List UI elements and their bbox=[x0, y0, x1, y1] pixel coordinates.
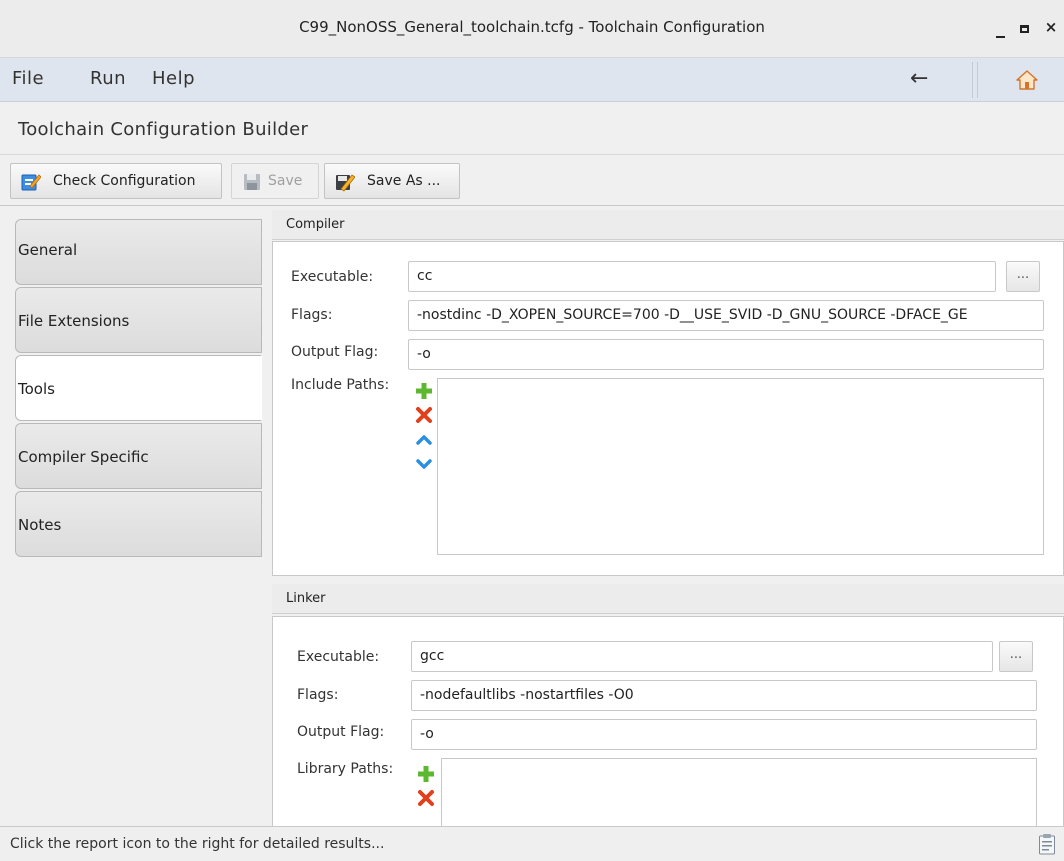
x-icon[interactable] bbox=[415, 406, 433, 424]
tab-notes[interactable]: Notes bbox=[15, 491, 262, 557]
tab-general[interactable]: General bbox=[15, 219, 262, 285]
compiler-executable-field[interactable]: cc bbox=[408, 261, 996, 292]
menu-run[interactable]: Run bbox=[90, 68, 126, 89]
tab-notes-label: Notes bbox=[18, 516, 62, 534]
menu-help[interactable]: Help bbox=[152, 68, 195, 89]
save-as-label: Save As ... bbox=[367, 173, 441, 189]
minimize-button[interactable] bbox=[989, 16, 1011, 38]
compiler-section: Executable: cc ... Flags: -nostdinc -D_X… bbox=[272, 241, 1064, 576]
linker-executable-browse-button[interactable]: ... bbox=[999, 641, 1033, 672]
menu-file[interactable]: File bbox=[12, 68, 44, 89]
tab-general-label: General bbox=[18, 241, 78, 259]
page-title: Toolchain Configuration Builder bbox=[18, 119, 309, 140]
plus-icon[interactable] bbox=[415, 382, 433, 400]
linker-flags-label: Flags: bbox=[297, 687, 339, 703]
include-paths-list[interactable] bbox=[437, 378, 1044, 555]
home-icon[interactable] bbox=[1016, 70, 1038, 90]
compiler-output-flag-label: Output Flag: bbox=[291, 344, 379, 360]
menu-bar: File Run Help ← bbox=[0, 58, 1064, 102]
maximize-icon bbox=[1019, 25, 1029, 33]
window-titlebar: C99_NonOSS_General_toolchain.tcfg - Tool… bbox=[0, 0, 1064, 58]
arrow-left-icon[interactable]: ← bbox=[910, 66, 928, 91]
compiler-output-flag-field[interactable]: -o bbox=[408, 339, 1044, 370]
save-as-button[interactable]: Save As ... bbox=[324, 163, 460, 199]
check-configuration-button[interactable]: Check Configuration bbox=[10, 163, 222, 199]
linker-output-flag-label: Output Flag: bbox=[297, 724, 385, 740]
compiler-flags-label: Flags: bbox=[291, 307, 333, 323]
linker-section-title: Linker bbox=[286, 591, 326, 606]
window-title: C99_NonOSS_General_toolchain.tcfg - Tool… bbox=[299, 18, 765, 36]
save-button[interactable]: Save bbox=[231, 163, 319, 199]
compiler-executable-label: Executable: bbox=[291, 269, 374, 285]
compiler-executable-browse-button[interactable]: ... bbox=[1006, 261, 1040, 292]
maximize-button[interactable] bbox=[1013, 16, 1035, 38]
linker-output-flag-field[interactable]: -o bbox=[411, 719, 1037, 750]
compiler-flags-field[interactable]: -nostdinc -D_XOPEN_SOURCE=700 -D__USE_SV… bbox=[408, 300, 1044, 331]
linker-section-header: Linker bbox=[272, 584, 1064, 614]
chevron-down-icon[interactable] bbox=[415, 455, 433, 473]
tab-tools[interactable]: Tools bbox=[15, 355, 262, 421]
status-message: Click the report icon to the right for d… bbox=[10, 836, 385, 852]
status-bar: Click the report icon to the right for d… bbox=[0, 826, 1064, 861]
chevron-up-icon[interactable] bbox=[415, 431, 433, 449]
library-paths-label: Library Paths: bbox=[297, 761, 394, 777]
linker-executable-label: Executable: bbox=[297, 649, 380, 665]
tab-file-extensions[interactable]: File Extensions bbox=[15, 287, 262, 353]
tab-compiler-specific-label: Compiler Specific bbox=[18, 448, 149, 466]
linker-executable-field[interactable]: gcc bbox=[411, 641, 993, 672]
x-icon[interactable] bbox=[417, 789, 435, 807]
toolbar-separator bbox=[972, 62, 978, 98]
close-button[interactable]: × bbox=[1040, 16, 1062, 38]
page-header: Toolchain Configuration Builder bbox=[0, 103, 1064, 155]
tab-compiler-specific[interactable]: Compiler Specific bbox=[15, 423, 262, 489]
include-paths-label: Include Paths: bbox=[291, 377, 390, 393]
save-as-icon bbox=[335, 172, 356, 192]
plus-icon[interactable] bbox=[417, 765, 435, 783]
action-toolbar: Check Configuration Save Save As ... bbox=[0, 156, 1064, 206]
report-icon[interactable] bbox=[1038, 833, 1056, 855]
compiler-section-header: Compiler bbox=[272, 210, 1064, 240]
minimize-icon bbox=[995, 36, 1005, 38]
tab-tools-label: Tools bbox=[18, 380, 55, 398]
linker-section: Executable: gcc ... Flags: -nodefaultlib… bbox=[272, 616, 1064, 838]
compiler-section-title: Compiler bbox=[286, 217, 345, 232]
tab-file-extensions-label: File Extensions bbox=[18, 312, 130, 330]
save-label: Save bbox=[268, 173, 303, 189]
check-configuration-label: Check Configuration bbox=[53, 173, 196, 189]
linker-flags-field[interactable]: -nodefaultlibs -nostartfiles -O0 bbox=[411, 680, 1037, 711]
check-configuration-icon bbox=[21, 172, 42, 192]
floppy-disk-icon bbox=[242, 172, 262, 192]
